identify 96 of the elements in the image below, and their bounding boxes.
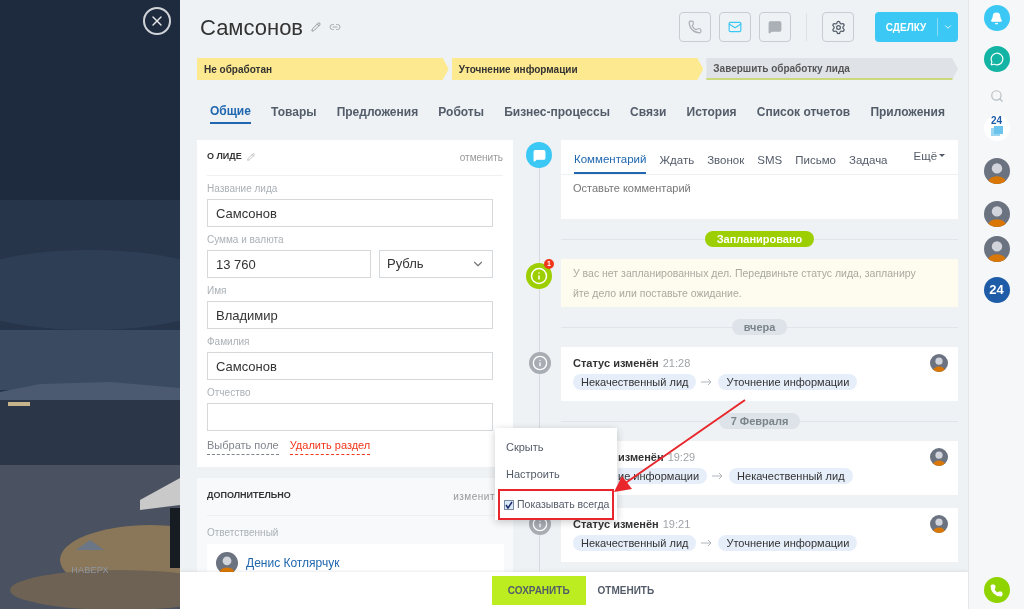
avatar [930,354,948,372]
contact-avatar [983,236,1010,262]
menu-item[interactable]: Настроить [498,461,568,488]
contact-avatar [983,201,1010,227]
text-field[interactable]: Самсонов [207,199,493,227]
phone-icon [990,583,1003,597]
date-badge: Запланировано [704,231,815,247]
date-badge: вчера [731,319,788,335]
status-time: 19:29 [667,449,696,465]
stage-step[interactable]: Уточнение информации [451,58,704,80]
field-label: Фамилия [207,335,251,349]
page-title: Самсонов [200,13,304,42]
arrow-icon [701,378,714,386]
chat-icon [989,52,1004,66]
save-button[interactable]: СОХРАНИТЬ [491,576,586,605]
drive-button[interactable]: 24 [983,115,1010,141]
avatar [930,448,948,466]
up-arrow-icon[interactable] [76,540,104,550]
avatar [216,551,238,572]
text-field[interactable] [207,403,493,431]
tab[interactable]: Предложения [336,100,419,124]
tab[interactable]: История [686,100,737,124]
search-icon [989,89,1004,103]
edit-icon[interactable] [311,22,322,32]
checkbox[interactable] [504,499,514,510]
status-time: 19:21 [662,516,691,532]
field-label: Сумма и валюта [207,233,285,247]
info-icon [526,263,552,289]
tab[interactable]: Роботы [438,100,484,124]
text-field[interactable]: Самсонов [207,352,493,380]
field-label: Название лида [207,182,279,196]
section-title: ДОПОЛНИТЕЛЬНО [207,489,291,503]
activity-tab[interactable]: SMS [757,148,783,174]
menu-checkbox-item[interactable]: Показывать всегда [504,496,610,513]
phone-icon [688,20,702,34]
section-title: О ЛИДЕ [207,150,242,164]
tab[interactable]: Общие [210,100,251,124]
cancel-button[interactable]: ОТМЕНИТЬ [595,576,657,605]
caret-icon [939,154,946,158]
phone-button[interactable] [983,577,1010,603]
tab[interactable]: Список отчетов [756,100,851,124]
status-time: 21:28 [662,355,691,371]
envelope-icon [728,20,742,34]
search-button[interactable] [989,89,1004,103]
avatar [930,515,948,533]
notifications-button[interactable] [983,5,1010,31]
mail-button[interactable] [719,12,751,42]
arrow-icon [701,539,714,547]
status-chip: Некачественный лид [573,374,697,390]
comment-field[interactable]: Оставьте комментарий [561,175,958,219]
chat-icon [768,20,782,34]
comment-icon [526,142,552,168]
app-button[interactable]: 24 [983,277,1010,303]
text-field[interactable]: Владимир [207,301,493,329]
status-chip: Уточнение информации [718,535,858,551]
files-icon [990,126,1003,136]
status-title: Статус изменён [573,516,659,532]
chat-button[interactable] [983,46,1010,72]
field-label: Имя [207,284,228,298]
menu-item[interactable]: Скрыть [498,434,552,461]
date-badge: 7 Февраля [718,413,801,429]
tab[interactable]: Товары [271,100,317,124]
contact-avatar [983,158,1010,184]
activity-tab[interactable]: Ждать [659,148,695,174]
settings-button[interactable] [822,12,854,42]
close-button[interactable] [143,7,171,35]
select-field-link[interactable]: Выбрать поле [207,437,279,455]
status-title: Статус изменён [573,355,659,371]
more-menu[interactable]: Ещё [913,148,946,174]
amount-field[interactable]: 13 760 [207,250,371,278]
activity-tab[interactable]: Звонок [707,148,745,174]
activity-tab[interactable]: Задача [848,148,888,174]
status-chip: Некачественный лид [573,535,697,551]
activity-tab[interactable]: Письмо [795,148,836,174]
notice-text: У вас нет запланированных дел. Передвиньте статус лида, запланируйте дело или поставьте ожидание. [561,259,958,307]
tab[interactable]: Бизнес-процессы [504,100,610,124]
tab[interactable]: Приложения [870,100,945,124]
status-chip: Уточнение информации [718,374,858,390]
chat-button[interactable] [759,12,791,42]
bell-icon [990,11,1003,25]
stage-step[interactable]: Не обработан [197,58,449,80]
call-button[interactable] [679,12,711,42]
person-link[interactable]: Денис Котлярчук [246,553,340,572]
status-chip: Некачественный лид [729,468,853,484]
edit-icon[interactable] [246,153,255,161]
field-label: Ответственный [207,525,280,540]
info-icon [529,352,551,374]
field-label: Отчество [207,386,252,400]
stage-step[interactable]: Завершить обработку лида [706,58,958,80]
link-icon[interactable] [329,21,342,33]
arrow-icon [712,472,725,480]
status-title: изменён [618,449,664,465]
delete-section-link[interactable]: Удалить раздел [289,437,371,455]
currency-select[interactable]: Рубль [379,250,493,278]
settings-icon [830,19,846,35]
tab[interactable]: Связи [630,100,667,124]
